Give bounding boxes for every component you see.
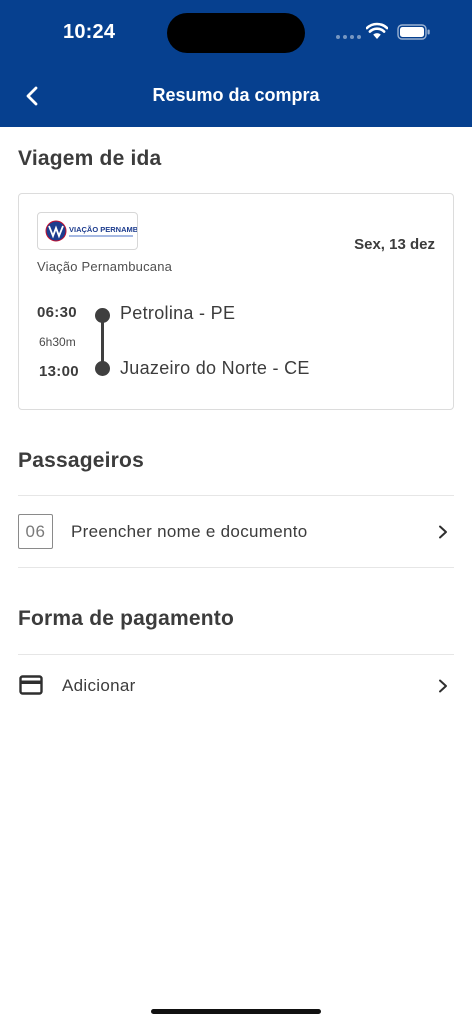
passenger-row[interactable]: 06 Preencher nome e documento bbox=[0, 496, 472, 568]
battery-icon bbox=[397, 24, 430, 40]
status-time: 10:24 bbox=[63, 21, 116, 43]
origin-city: Petrolina - PE bbox=[120, 303, 236, 323]
origin-dot-icon bbox=[95, 308, 110, 323]
chevron-right-icon bbox=[439, 679, 447, 693]
departure-time: 06:30 bbox=[37, 304, 77, 321]
cellular-signal-icon bbox=[336, 35, 361, 39]
trip-card[interactable]: VIAÇÃO PERNAMBUCANA Viação Pernambucana … bbox=[18, 193, 454, 410]
company-logo-text: VIAÇÃO PERNAMBUCANA bbox=[69, 225, 138, 234]
trip-duration: 6h30m bbox=[39, 335, 76, 349]
passenger-row-label: Preencher nome e documento bbox=[71, 522, 308, 541]
destination-city: Juazeiro do Norte - CE bbox=[120, 358, 310, 378]
wifi-icon bbox=[366, 22, 388, 39]
top-app-bar: 10:24 Resumo da compra bbox=[0, 0, 472, 127]
divider bbox=[18, 567, 454, 568]
payment-row-label: Adicionar bbox=[62, 676, 136, 695]
company-name: Viação Pernambucana bbox=[37, 259, 173, 274]
outbound-section-title: Viagem de ida bbox=[18, 147, 162, 170]
arrival-time: 13:00 bbox=[39, 363, 79, 380]
company-logo-underline bbox=[69, 235, 133, 237]
destination-dot-icon bbox=[95, 361, 110, 376]
credit-card-icon bbox=[19, 675, 43, 695]
seat-number: 06 bbox=[18, 514, 53, 549]
company-logo: VIAÇÃO PERNAMBUCANA bbox=[37, 212, 138, 250]
home-indicator[interactable] bbox=[151, 1009, 321, 1014]
company-logo-mark-icon bbox=[45, 220, 67, 242]
chevron-right-icon bbox=[439, 525, 447, 539]
passengers-section-title: Passageiros bbox=[18, 449, 144, 472]
trip-date: Sex, 13 dez bbox=[354, 236, 435, 253]
page-title: Resumo da compra bbox=[152, 85, 320, 105]
payment-section-title: Forma de pagamento bbox=[18, 607, 234, 630]
dynamic-island bbox=[167, 13, 305, 53]
payment-row[interactable]: Adicionar bbox=[0, 655, 472, 727]
